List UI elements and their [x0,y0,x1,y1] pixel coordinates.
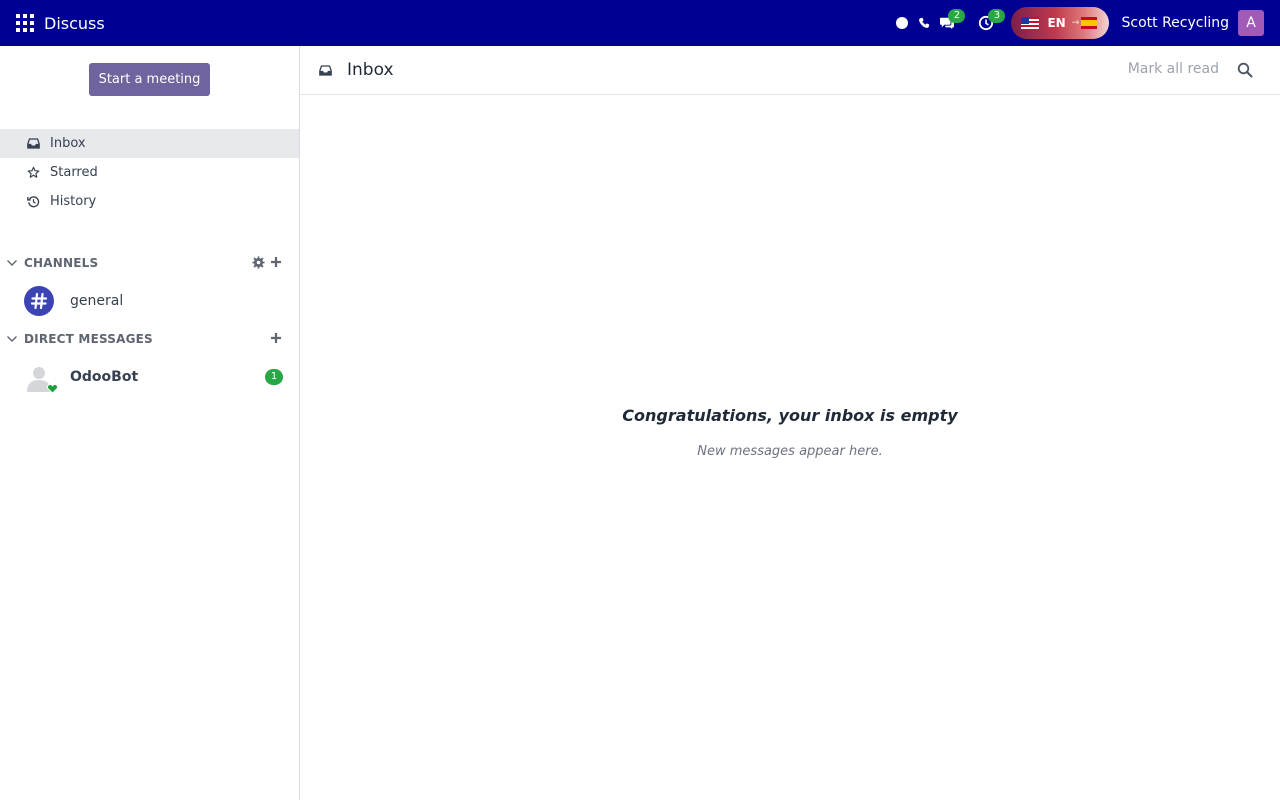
direct-messages-header[interactable]: DIRECT MESSAGES [24,332,153,346]
phone-icon[interactable] [913,0,935,46]
messages-icon[interactable]: 2 [935,0,966,46]
chevron-down-icon[interactable] [6,333,18,345]
activities-clock-icon[interactable]: 3 [975,0,1006,46]
app-menu-icon[interactable] [16,14,34,32]
search-icon[interactable] [1237,62,1253,78]
inbox-icon [26,137,40,151]
spain-flag-icon [1081,17,1098,29]
odoobot-avatar [24,362,58,394]
page-title: Inbox [347,60,394,80]
sidebar-item-label: Starred [50,165,98,180]
chevron-down-icon[interactable] [6,257,18,269]
direct-messages-category: DIRECT MESSAGES [0,329,299,349]
channels-category: CHANNELS [0,253,299,273]
unread-counter-badge: 1 [265,369,283,385]
channel-name: general [70,293,124,309]
sidebar-item-label: Inbox [50,136,86,151]
channel-item-general[interactable]: general [0,283,299,319]
star-icon [26,166,40,180]
top-navbar: Discuss 2 3 EN → Scott Recycling A [0,0,1280,46]
add-chat-icon[interactable] [269,331,283,345]
add-channel-icon[interactable] [269,255,283,269]
history-icon [26,195,40,209]
messages-badge: 2 [948,9,966,23]
language-switcher[interactable]: EN → [1011,7,1110,39]
empty-inbox-subtitle: New messages appear here. [697,444,883,459]
channels-header[interactable]: CHANNELS [24,256,98,270]
thread-header: Inbox Mark all read [300,46,1280,95]
status-dot-icon[interactable] [891,0,913,46]
company-name[interactable]: Scott Recycling [1121,15,1229,31]
inbox-icon [319,63,333,77]
user-avatar[interactable]: A [1238,10,1264,36]
chat-item-odoobot[interactable]: OdooBot 1 [0,359,299,395]
navbar-systray: 2 3 EN → Scott Recycling A [891,0,1280,46]
start-meeting-button[interactable]: Start a meeting [89,63,210,96]
empty-inbox-title: Congratulations, your inbox is empty [622,406,958,425]
thread-view: Inbox Mark all read Congratulations, you… [300,46,1280,800]
chat-name: OdooBot [70,369,139,385]
arrow-right-icon: → [1071,18,1080,28]
hashtag-icon [24,286,54,316]
app-name[interactable]: Discuss [44,14,105,33]
language-code: EN [1047,16,1066,30]
activities-badge: 3 [988,9,1006,23]
gear-icon[interactable] [251,255,265,269]
online-heart-icon [47,383,58,394]
sidebar-item-label: History [50,194,97,209]
sidebar-item-history[interactable]: History [0,187,299,216]
sidebar-item-starred[interactable]: Starred [0,158,299,187]
sidebar-item-inbox[interactable]: Inbox [0,129,299,158]
us-flag-icon [1021,17,1040,29]
discuss-sidebar: Start a meeting Inbox Starred History CH… [0,46,300,800]
mark-all-read-button[interactable]: Mark all read [1128,61,1219,77]
